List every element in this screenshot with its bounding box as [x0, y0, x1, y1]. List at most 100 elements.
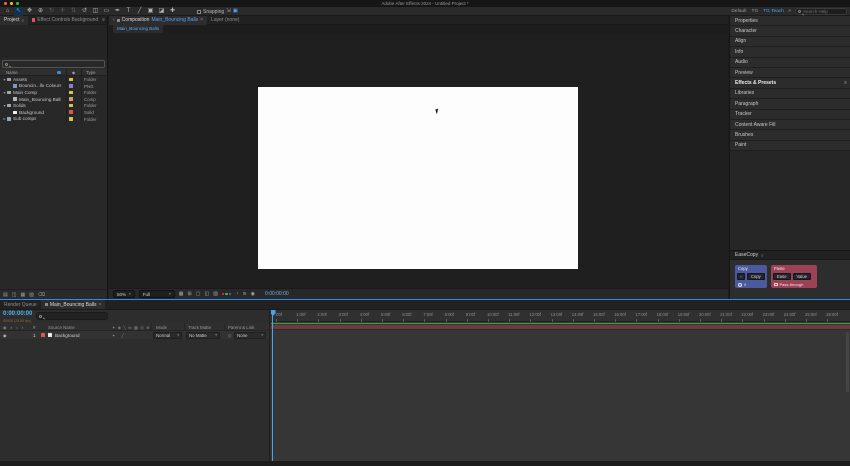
viewer-timecode[interactable]: 0:00:00:00	[265, 291, 289, 297]
project-item[interactable]: ▾ Assets Folder	[0, 76, 107, 83]
motion-blur-icon[interactable]: ◎	[140, 325, 144, 330]
panel-menu-icon[interactable]: ≡	[22, 18, 24, 23]
layer-visibility-eye-icon[interactable]: ◉	[3, 333, 7, 338]
parent-select[interactable]: None ▾	[234, 331, 266, 339]
layer-name[interactable]: Background	[55, 333, 80, 338]
column-name-label[interactable]: Name	[6, 70, 18, 75]
layer-duration-bar[interactable]	[271, 324, 850, 330]
panel-character[interactable]: Character	[730, 26, 850, 37]
new-folder-icon[interactable]: ▦	[20, 292, 25, 298]
quality-icon[interactable]: ╲	[123, 325, 125, 330]
label-color-swatch[interactable]	[69, 77, 73, 81]
panel-info[interactable]: Info	[730, 47, 850, 58]
easecopy-tab[interactable]: EaseCopy ≡	[730, 251, 850, 260]
layer-fx-icon[interactable]: ╱	[121, 333, 123, 338]
collapse-transformations-icon[interactable]: ◈	[118, 325, 121, 330]
project-item[interactable]: ▸ Sub comps Folder	[0, 116, 107, 123]
resolution-select[interactable]: Full ▾	[138, 290, 175, 298]
column-type-label[interactable]: Type	[86, 70, 96, 75]
magnification-select[interactable]: 50% ▾	[113, 290, 135, 298]
panel-paint[interactable]: Paint	[730, 140, 850, 152]
workspace-overflow-icon[interactable]: »	[788, 7, 791, 16]
tab-project[interactable]: Project ≡	[0, 15, 28, 25]
3d-layer-icon[interactable]: ⊕	[146, 325, 149, 330]
frame-blend-icon[interactable]: ▦	[134, 325, 138, 330]
project-search-box[interactable]	[2, 60, 105, 68]
timeline-track-area[interactable]: :00f 1:00f 2:00f 3:00f 4:00f 5:00f 6:00f 7:00f 8…	[270, 310, 850, 461]
panel-libraries[interactable]: Libraries	[730, 88, 850, 100]
paste-ease-button[interactable]: Ease	[773, 272, 791, 280]
blend-mode-select[interactable]: Normal ▾	[153, 331, 182, 339]
tab-render-queue[interactable]: Render Queue	[0, 300, 41, 309]
label-color-swatch[interactable]	[69, 90, 73, 95]
delete-item-icon[interactable]: ⌫	[38, 292, 45, 298]
label-color-swatch[interactable]	[69, 97, 73, 101]
workspace-tg[interactable]: TG	[752, 9, 759, 14]
audio-column-icon[interactable]: ◖	[10, 325, 12, 330]
interpret-footage-icon[interactable]: ▤	[3, 292, 8, 298]
fast-preview-icon[interactable]: ≋	[242, 291, 246, 297]
create-proxy-icon[interactable]: ◫	[12, 292, 17, 298]
panel-effects-presets[interactable]: Effects & Presets ≡	[730, 78, 850, 89]
timeline-search-box[interactable]	[36, 312, 108, 320]
column-source-label[interactable]: Source Name	[48, 325, 75, 330]
time-ruler[interactable]: :00f 1:00f 2:00f 3:00f 4:00f 5:00f 6:00f 7:00f 8…	[271, 310, 850, 322]
always-preview-icon[interactable]: ▦	[179, 291, 184, 297]
workspace-default[interactable]: Default	[731, 9, 746, 14]
current-timecode[interactable]: 0:00:00:00	[3, 311, 32, 317]
tab-composition[interactable]: ‹ Composition Main_Bouncing Balls ×	[109, 15, 208, 25]
copy-options-button[interactable]: ▫	[737, 272, 745, 280]
back-chevron-icon[interactable]: ‹	[113, 17, 115, 23]
mask-visibility-icon[interactable]: ▢	[196, 291, 201, 297]
panel-group-menu-icon[interactable]: ≡	[102, 17, 105, 23]
shy-icon[interactable]: ✦	[112, 325, 115, 330]
panel-menu-icon[interactable]: ≡	[844, 80, 847, 86]
grid-guides-icon[interactable]: ⊞	[188, 291, 192, 297]
layer-label-color[interactable]	[41, 333, 45, 337]
pickwhip-icon[interactable]: ◎	[228, 333, 232, 338]
column-mode-label[interactable]: Mode	[156, 325, 167, 330]
fx-icon[interactable]: fx	[128, 325, 131, 330]
tab-timeline-comp[interactable]: Main_Bouncing Balls ×	[40, 300, 106, 309]
panel-content-aware-fill[interactable]: Content Aware Fill	[730, 119, 850, 131]
label-color-swatch[interactable]	[69, 103, 73, 108]
copy-value[interactable]: 0	[744, 282, 746, 287]
video-column-icon[interactable]: ◉	[3, 325, 7, 330]
snapping-checkbox[interactable]	[197, 9, 201, 14]
close-tab-icon[interactable]: ×	[200, 17, 203, 23]
passthrough-checkbox[interactable]	[774, 282, 778, 287]
project-item[interactable]: Bouncin...lls Colours.png PNG	[0, 83, 107, 90]
layer-row[interactable]: ◉ 1 Background ✦ ╱ Normal ▾ No Matte ▾ ◎ …	[0, 331, 269, 339]
panel-audio[interactable]: Audio	[730, 57, 850, 68]
column-trkmat-label[interactable]: Track Matte	[188, 325, 211, 330]
panel-tracker[interactable]: Tracker	[730, 109, 850, 120]
label-color-swatch[interactable]	[69, 84, 73, 88]
transparency-grid-icon[interactable]: ▨	[213, 291, 218, 297]
panel-menu-icon[interactable]: ≡	[761, 253, 763, 258]
project-item[interactable]: ▾ Main Comp Folder	[0, 89, 107, 96]
label-column-icon[interactable]: ◆	[72, 70, 75, 75]
lock-column-icon[interactable]: ▪	[22, 325, 23, 330]
copy-ease-button[interactable]: Copy	[747, 272, 765, 280]
snapshot-camera-icon[interactable]: ◉	[251, 291, 255, 297]
viewer-comp-tab[interactable]: Main_Bouncing Balls	[113, 25, 164, 33]
column-index-label[interactable]: #	[33, 325, 35, 330]
close-tab-icon[interactable]: ×	[99, 302, 102, 308]
comp-canvas[interactable]	[258, 87, 578, 269]
project-item[interactable]: Background Solid	[0, 109, 107, 116]
column-parent-label[interactable]: Parent & Link	[228, 325, 254, 330]
workspace-tg-teach[interactable]: TG Teach	[763, 9, 784, 14]
label-color-swatch[interactable]	[69, 117, 73, 121]
tab-layer[interactable]: Layer (none)	[207, 16, 243, 25]
composition-viewer[interactable]	[109, 33, 728, 288]
label-color-swatch[interactable]	[69, 110, 73, 114]
filter-dot-icon[interactable]	[57, 70, 61, 74]
panel-preview[interactable]: Preview	[730, 67, 850, 79]
paste-value-button[interactable]: Value	[792, 272, 811, 280]
layer-quality-icon[interactable]: ✦	[112, 333, 115, 338]
tab-effect-controls[interactable]: Effect Controls Background	[28, 16, 98, 25]
new-composition-icon[interactable]: ▧	[29, 292, 34, 298]
help-search-input[interactable]	[803, 9, 847, 14]
panel-align[interactable]: Align	[730, 36, 850, 48]
exposure-icon[interactable]: ◔	[235, 291, 238, 297]
